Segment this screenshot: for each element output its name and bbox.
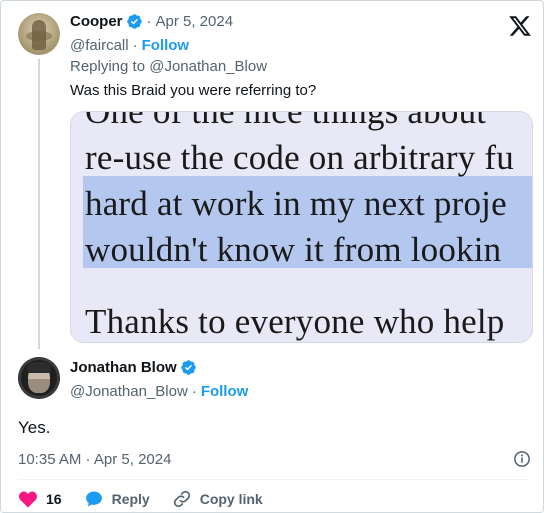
image-text-line: One of the nice things about bbox=[85, 111, 487, 131]
link-icon bbox=[173, 490, 190, 508]
divider bbox=[18, 479, 529, 480]
main-handle-row: @Jonathan_Blow · Follow bbox=[70, 383, 248, 400]
verified-badge-icon bbox=[126, 14, 142, 29]
avatar-cooper[interactable] bbox=[18, 13, 60, 55]
author-name[interactable]: Cooper bbox=[70, 13, 123, 30]
tweet-timestamp[interactable]: 10:35 AM · Apr 5, 2024 bbox=[18, 451, 171, 468]
dot-separator: · bbox=[191, 383, 197, 400]
main-header: Jonathan Blow bbox=[70, 359, 197, 376]
thread-connector-line bbox=[38, 59, 40, 349]
action-bar: 16 Reply Copy link bbox=[18, 489, 285, 509]
parent-handle-row: @faircall · Follow bbox=[70, 37, 189, 54]
image-text-line: re-use the code on arbitrary fu bbox=[85, 138, 514, 177]
author-name[interactable]: Jonathan Blow bbox=[70, 359, 177, 376]
avatar-jonathan-blow[interactable] bbox=[18, 357, 60, 399]
reply-bubble-icon bbox=[85, 491, 102, 507]
image-text-line: hard at work in my next proje bbox=[85, 184, 507, 223]
dot-separator: · bbox=[146, 13, 152, 30]
tweet-image[interactable]: One of the nice things about re-use the … bbox=[70, 111, 533, 343]
replying-to-line: Replying to @Jonathan_Blow bbox=[70, 58, 267, 75]
x-logo-icon[interactable] bbox=[508, 14, 532, 38]
info-icon[interactable] bbox=[513, 450, 531, 468]
author-handle[interactable]: @Jonathan_Blow bbox=[70, 383, 188, 400]
tweet-embed-card: Cooper · Apr 5, 2024 @faircall · Follow … bbox=[0, 0, 544, 513]
image-text-line: wouldn't know it from lookin bbox=[85, 230, 502, 269]
tweet-date[interactable]: Apr 5, 2024 bbox=[156, 13, 234, 30]
follow-button[interactable]: Follow bbox=[142, 37, 190, 54]
verified-badge-icon bbox=[180, 360, 196, 375]
copy-link-label: Copy link bbox=[199, 491, 263, 507]
reply-button[interactable]: Reply bbox=[84, 489, 150, 509]
copy-link-button[interactable]: Copy link bbox=[172, 489, 263, 509]
heart-icon bbox=[18, 491, 38, 508]
author-handle[interactable]: @faircall bbox=[70, 37, 129, 54]
replying-prefix: Replying to bbox=[70, 58, 146, 75]
like-button[interactable]: 16 bbox=[18, 489, 62, 509]
avatar-figure bbox=[32, 20, 46, 50]
parent-tweet-text: Was this Braid you were referring to? bbox=[70, 82, 317, 99]
replying-handle[interactable]: @Jonathan_Blow bbox=[149, 58, 267, 75]
parent-header: Cooper · Apr 5, 2024 bbox=[70, 13, 233, 30]
image-text-line: Thanks to everyone who help bbox=[85, 302, 505, 341]
main-tweet-text: Yes. bbox=[18, 418, 51, 437]
dot-separator: · bbox=[132, 37, 138, 54]
reply-label: Reply bbox=[111, 491, 150, 507]
like-count: 16 bbox=[46, 491, 62, 507]
avatar-ring bbox=[18, 357, 60, 399]
follow-button[interactable]: Follow bbox=[201, 383, 249, 400]
